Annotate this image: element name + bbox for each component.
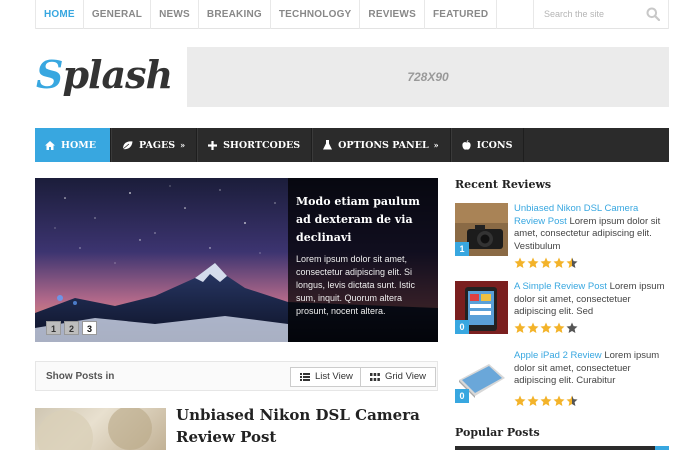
topnav-home[interactable]: HOME	[35, 0, 83, 29]
mainnav-pages-label: PAGES	[139, 139, 176, 151]
topnav-general[interactable]: GENERAL	[82, 0, 150, 29]
review-link[interactable]: Apple iPad 2 Review	[514, 350, 602, 361]
mainnav-home-label: HOME	[61, 139, 97, 151]
comment-count-badge[interactable]: 0	[455, 320, 469, 334]
star-icon	[553, 257, 565, 268]
slider-caption: Modo etiam paulum ad dexteram de via dec…	[288, 178, 438, 342]
star-icon	[566, 322, 578, 333]
recent-reviews-title: Recent Reviews	[455, 178, 552, 191]
slider-page-1[interactable]: 1	[46, 321, 61, 335]
featured-slider[interactable]: Modo etiam paulum ad dexteram de via dec…	[35, 178, 438, 342]
topnav-technology[interactable]: TECHNOLOGY	[269, 0, 360, 29]
star-icon	[540, 395, 552, 406]
search-input[interactable]	[534, 0, 644, 28]
show-posts-bar: Show Posts in List View Grid View	[35, 361, 438, 391]
flask-icon	[323, 140, 333, 150]
star-rating	[514, 395, 578, 407]
topnav-breaking[interactable]: BREAKING	[197, 0, 270, 29]
mainnav-pages[interactable]: PAGES »	[111, 128, 198, 162]
list-view-label: List View	[315, 371, 353, 382]
star-icon	[540, 322, 552, 333]
review-thumbnail[interactable]: 0	[455, 281, 508, 334]
star-icon	[527, 395, 539, 406]
mainnav-options-arrow: »	[433, 140, 439, 150]
star-icon	[553, 395, 565, 406]
star-icon	[553, 322, 565, 333]
slider-pager: 1 2 3	[46, 321, 97, 335]
search-box	[533, 0, 669, 29]
comment-count-badge[interactable]: 1	[455, 242, 469, 256]
mainnav-icons-label: ICONS	[476, 139, 513, 151]
post-title[interactable]: Unbiased Nikon DSL Camera Review Post	[176, 404, 446, 448]
ad-label: 728X90	[407, 70, 449, 84]
search-icon[interactable]	[646, 7, 660, 21]
star-icon	[527, 322, 539, 333]
site-logo[interactable]: Splash	[36, 52, 173, 97]
review-thumbnail[interactable]: 1	[455, 203, 508, 256]
review-summary: Apple iPad 2 Review Lorem ipsum dolor si…	[514, 350, 669, 388]
mainnav-pages-arrow: »	[180, 140, 186, 150]
mainnav-options-label: OPTIONS PANEL	[338, 139, 429, 151]
apple-icon	[462, 140, 471, 150]
comment-count-badge[interactable]: 0	[455, 389, 469, 403]
grid-view-button[interactable]: Grid View	[360, 367, 437, 387]
mainnav-icons[interactable]: ICONS	[451, 128, 525, 162]
plus-icon	[208, 140, 218, 150]
top-bar: HOME GENERAL NEWS BREAKING TECHNOLOGY RE…	[35, 0, 669, 29]
star-icon	[540, 257, 552, 268]
mainnav-options-panel[interactable]: OPTIONS PANEL »	[312, 128, 451, 162]
star-rating	[514, 257, 578, 269]
post-thumbnail-image	[37, 408, 152, 450]
star-icon	[514, 322, 526, 333]
main-nav: HOME PAGES » SHORTCODES OPTIONS PANEL » …	[35, 128, 669, 162]
star-icon	[566, 395, 578, 406]
review-thumbnail[interactable]: 0	[455, 350, 508, 403]
ad-banner[interactable]: 728X90	[187, 47, 669, 107]
logo-initial: S	[36, 52, 63, 97]
popular-posts-title: Popular Posts	[455, 426, 540, 439]
star-rating	[514, 322, 578, 334]
grid-icon	[370, 373, 380, 381]
review-summary: Unbiased Nikon DSL Camera Review Post Lo…	[514, 203, 669, 253]
topnav-featured[interactable]: FEATURED	[423, 0, 498, 29]
list-view-button[interactable]: List View	[290, 367, 363, 387]
star-icon	[527, 257, 539, 268]
slider-excerpt: Lorem ipsum dolor sit amet, consectetur …	[296, 254, 416, 316]
star-icon	[566, 257, 578, 268]
star-icon	[514, 395, 526, 406]
logo-rest: plash	[62, 52, 173, 97]
mainnav-home[interactable]: HOME	[35, 128, 112, 162]
leaf-icon	[122, 140, 133, 149]
mainnav-shortcodes[interactable]: SHORTCODES	[197, 128, 313, 162]
list-icon	[300, 373, 310, 381]
review-summary: A Simple Review Post Lorem ipsum dolor s…	[514, 281, 669, 319]
slider-page-3[interactable]: 3	[82, 321, 97, 335]
topnav-news[interactable]: NEWS	[150, 0, 198, 29]
star-icon	[514, 257, 526, 268]
mainnav-shortcodes-label: SHORTCODES	[223, 139, 301, 151]
topnav-reviews[interactable]: REVIEWS	[359, 0, 424, 29]
slider-title[interactable]: Modo etiam paulum ad dexteram de via dec…	[296, 193, 430, 247]
review-link[interactable]: A Simple Review Post	[514, 281, 607, 292]
popular-tabs-accent	[655, 446, 669, 450]
popular-tabs-bar	[455, 446, 669, 450]
home-icon	[45, 140, 55, 150]
show-posts-label: Show Posts in	[46, 371, 115, 382]
post-thumbnail[interactable]	[35, 408, 166, 450]
top-nav: HOME GENERAL NEWS BREAKING TECHNOLOGY RE…	[35, 0, 498, 29]
slider-page-2[interactable]: 2	[64, 321, 79, 335]
grid-view-label: Grid View	[385, 371, 427, 382]
